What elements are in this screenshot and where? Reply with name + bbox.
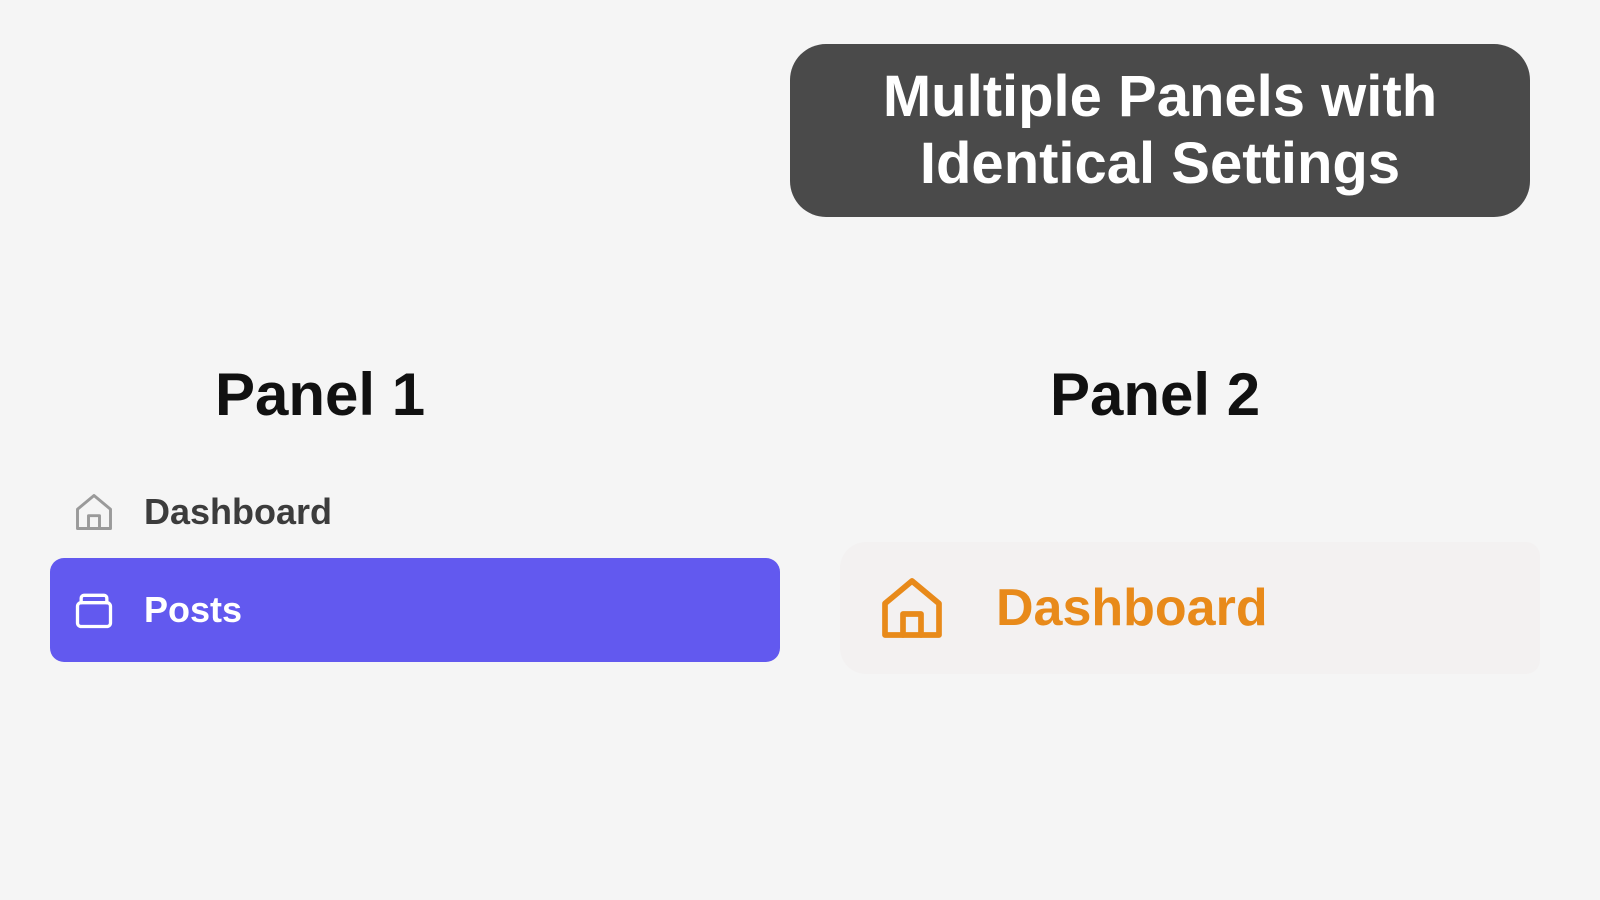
nav-item-label: Dashboard xyxy=(996,578,1268,638)
panel-2-nav: Dashboard xyxy=(840,542,1540,674)
banner-title: Multiple Panels with Identical Settings xyxy=(830,64,1490,197)
nav-item-label: Posts xyxy=(144,589,242,631)
banner: Multiple Panels with Identical Settings xyxy=(790,44,1530,217)
nav-item-dashboard[interactable]: Dashboard xyxy=(50,484,780,540)
home-icon xyxy=(876,572,948,644)
panel-1-nav: Dashboard Posts xyxy=(50,484,780,662)
home-icon xyxy=(72,490,116,534)
panel-1-heading: Panel 1 xyxy=(215,360,425,429)
posts-icon xyxy=(72,588,116,632)
nav-item-dashboard[interactable]: Dashboard xyxy=(840,542,1540,674)
panel-2-heading: Panel 2 xyxy=(1050,360,1260,429)
nav-item-label: Dashboard xyxy=(144,491,332,533)
nav-item-posts[interactable]: Posts xyxy=(50,558,780,662)
